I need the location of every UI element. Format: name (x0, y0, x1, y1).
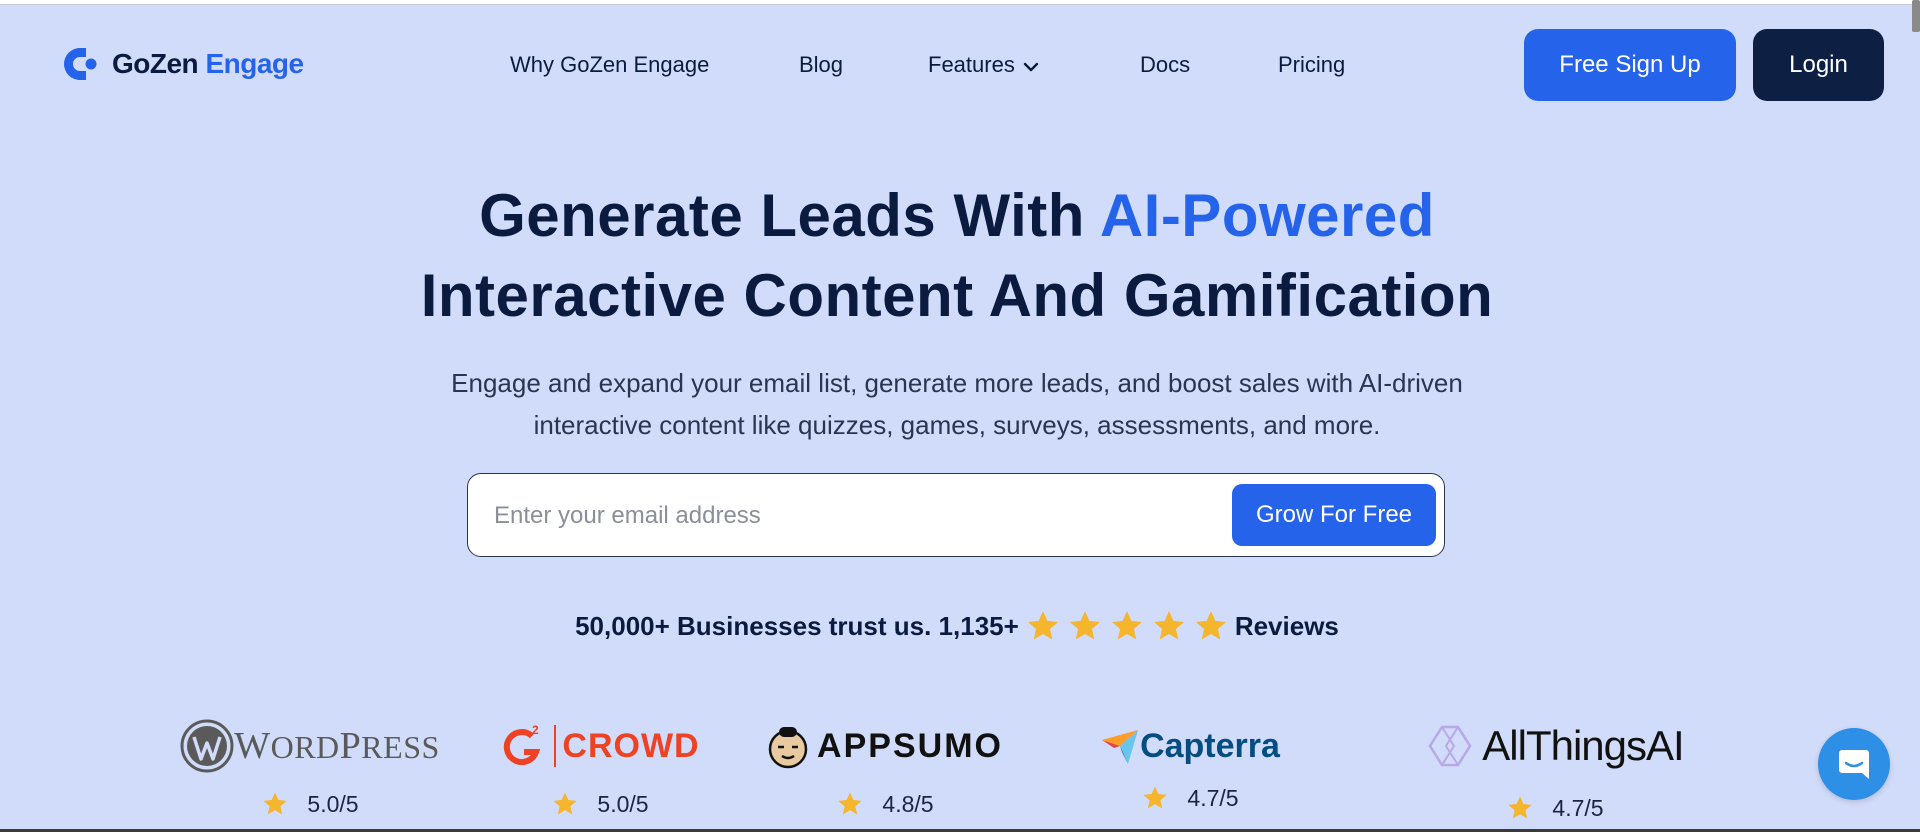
chevron-down-icon (1023, 49, 1039, 83)
star-icon (553, 792, 578, 815)
capterra-rating-value: 4.7/5 (1187, 784, 1239, 811)
nav-item-blog[interactable]: Blog (799, 48, 843, 82)
brand-name-part1: GoZen (112, 48, 199, 79)
star-icon (1508, 796, 1533, 819)
browser-top-edge (0, 0, 1920, 5)
gozen-logo-icon (64, 48, 97, 80)
trust-reviews-label: Reviews (1234, 610, 1339, 641)
allthingsai-logo-text: AllThingsAI (1482, 722, 1684, 769)
capterra-logo-icon (1102, 730, 1139, 764)
nav-item-why-gozen[interactable]: Why GoZen Engage (510, 48, 709, 82)
brand-name: GoZen Engage (112, 48, 304, 80)
hero-subtitle-line1: Engage and expand your email list, gener… (451, 368, 1463, 398)
review-wordpress[interactable]: WORDPRESS 5.0/5 (180, 718, 439, 818)
chat-launcher-button[interactable] (1818, 728, 1890, 800)
appsumo-rating: 4.8/5 (836, 790, 934, 818)
nav-item-features[interactable]: Features (928, 48, 1039, 83)
scrollbar-thumb[interactable] (1912, 0, 1920, 32)
allthingsai-rating-value: 4.7/5 (1552, 794, 1604, 821)
appsumo-logo-text: APPSUMO (817, 726, 1003, 765)
nav-item-pricing[interactable]: Pricing (1278, 48, 1345, 82)
review-appsumo[interactable]: APPSUMO 4.8/5 (767, 718, 1003, 818)
hero-title-line1: Generate Leads With AI-Powered (0, 176, 1914, 256)
star-icon (1069, 611, 1100, 640)
capterra-rating: 4.7/5 (1141, 784, 1239, 812)
appsumo-rating-value: 4.8/5 (882, 790, 934, 817)
hero-title-line2: Interactive Content And Gamification (420, 262, 1494, 329)
star-icon (1195, 611, 1226, 640)
capterra-logo: Capterra (1100, 718, 1280, 774)
wordpress-rating: 5.0/5 (261, 790, 359, 818)
chat-bubble-icon (1839, 750, 1869, 779)
email-signup-form: Grow For Free (467, 473, 1445, 558)
star-icon (1027, 611, 1058, 640)
trust-stars (1025, 608, 1229, 644)
login-button[interactable]: Login (1753, 29, 1884, 101)
review-capterra[interactable]: Capterra 4.7/5 (1090, 718, 1290, 812)
star-icon (838, 792, 863, 815)
g2crowd-rating-value: 5.0/5 (597, 790, 649, 817)
trust-statement: 50,000+ Businesses trust us. 1,135+ Revi… (0, 606, 1914, 646)
star-icon (1143, 786, 1168, 809)
hero-subtitle-line2: interactive content like quizzes, games,… (533, 410, 1381, 440)
wordpress-logo-text: WORDPRESS (234, 725, 440, 767)
brand-name-part2: Engage (205, 48, 304, 79)
nav-item-docs[interactable]: Docs (1140, 48, 1190, 82)
wordpress-rating-value: 5.0/5 (307, 790, 359, 817)
hero-title-accent: AI-Powered (1099, 182, 1435, 249)
g2-logo-icon: 2 (504, 723, 541, 766)
g2crowd-rating: 5.0/5 (551, 790, 649, 818)
grow-for-free-button[interactable]: Grow For Free (1232, 484, 1436, 546)
hero-title: Generate Leads With AI-Powered Interacti… (0, 176, 1914, 336)
star-icon (1153, 611, 1184, 640)
star-icon (1111, 611, 1142, 640)
hero-subtitle: Engage and expand your email list, gener… (390, 362, 1524, 446)
star-icon (263, 792, 288, 815)
nav-item-features-label: Features (928, 52, 1015, 77)
g2crowd-logo: 2 CROWD (500, 718, 699, 774)
free-signup-button[interactable]: Free Sign Up (1524, 29, 1736, 101)
review-allthingsai[interactable]: AllThingsAI 4.7/5 (1410, 718, 1700, 822)
hero-title-plain: Generate Leads With (479, 182, 1100, 249)
wordpress-logo: WORDPRESS (180, 718, 440, 774)
g2crowd-logo-text: CROWD (562, 726, 700, 765)
review-g2crowd[interactable]: 2 CROWD 5.0/5 (504, 718, 699, 818)
wordpress-logo-icon (180, 719, 234, 773)
allthingsai-rating: 4.7/5 (1506, 794, 1604, 822)
email-input[interactable] (492, 474, 1196, 558)
allthingsai-logo: AllThingsAI (1426, 718, 1685, 774)
appsumo-mascot-icon (768, 727, 808, 769)
allthingsai-logo-icon (1428, 725, 1472, 767)
brand-logo[interactable]: GoZen Engage (58, 44, 304, 84)
capterra-logo-text: Capterra (1140, 726, 1280, 765)
svg-text:2: 2 (532, 723, 539, 737)
g2-separator (554, 725, 557, 767)
appsumo-logo: APPSUMO (767, 718, 1003, 774)
trust-text: 50,000+ Businesses trust us. 1,135+ (575, 610, 1019, 641)
